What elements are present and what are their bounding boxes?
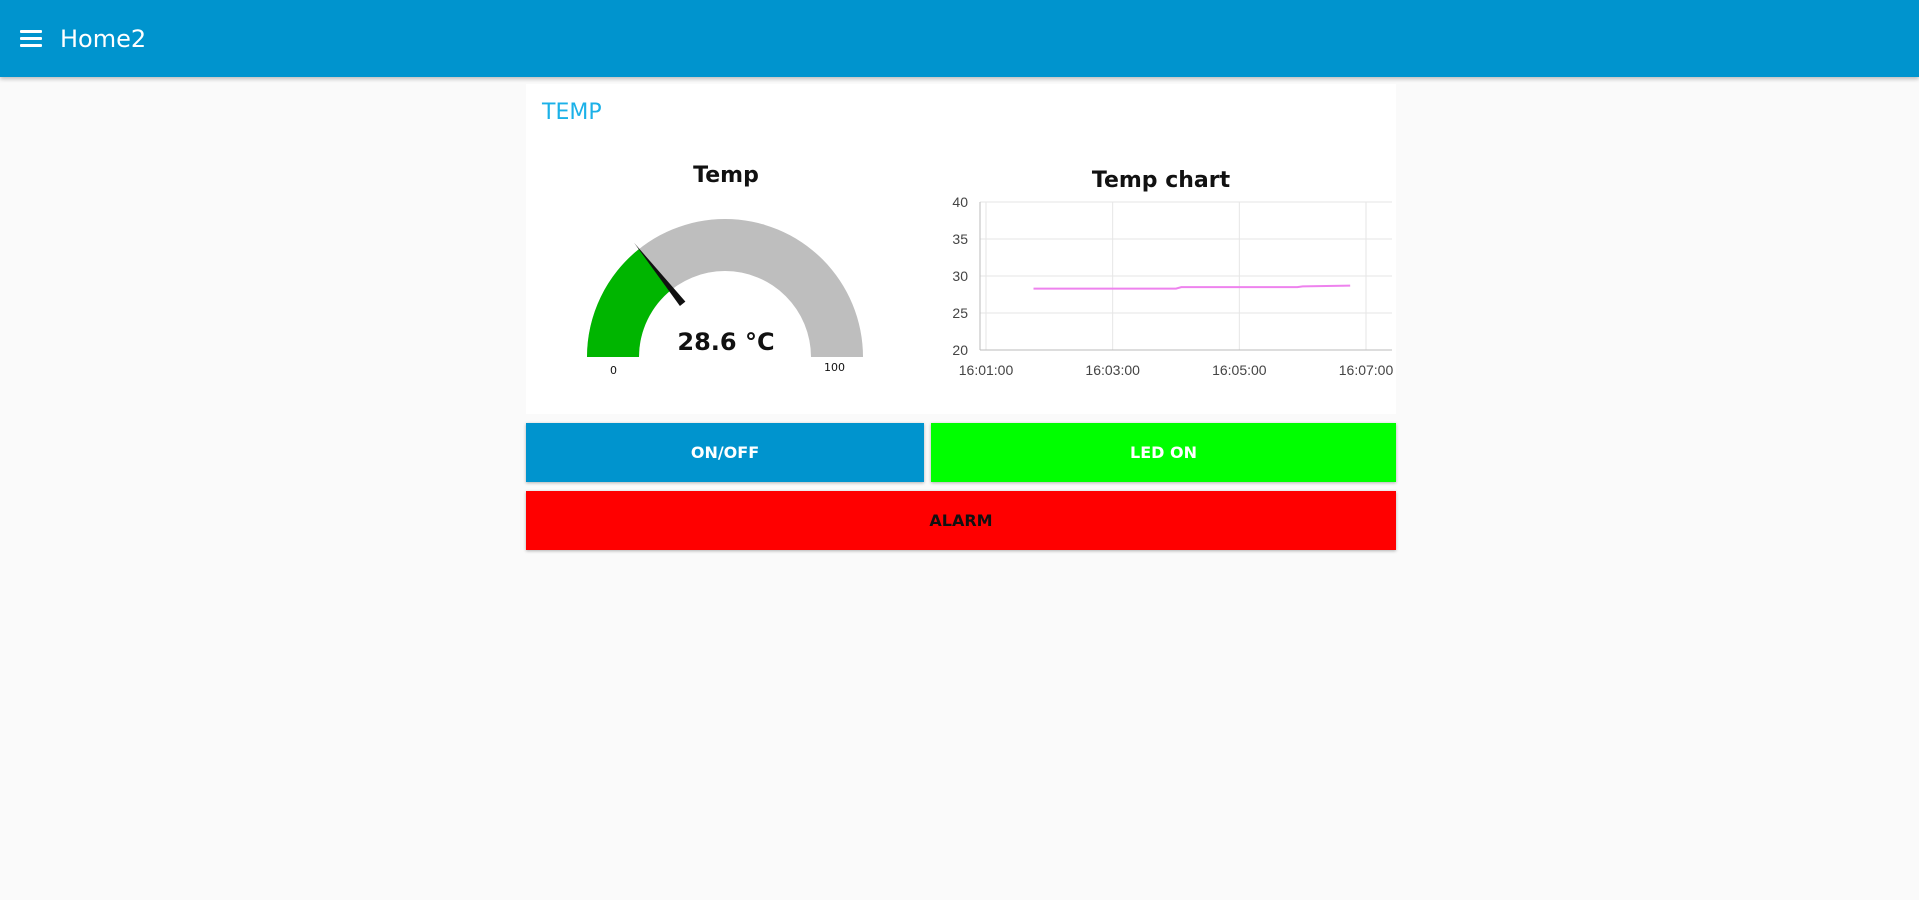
alarm-button[interactable]: ALARM <box>526 491 1396 550</box>
on-off-button[interactable]: ON/OFF <box>526 423 924 482</box>
x-tick-label: 16:07:00 <box>1339 362 1394 378</box>
y-tick-label: 35 <box>952 231 968 247</box>
chart-title: Temp chart <box>1091 168 1231 193</box>
x-tick-label: 16:01:00 <box>959 362 1014 378</box>
gauge-value: 28.6 °C <box>677 328 775 356</box>
x-tick-label: 16:05:00 <box>1212 362 1267 378</box>
gauge-max-label: 100 <box>824 361 845 374</box>
temp-gauge <box>587 219 863 357</box>
temp-line-chart: 20 25 30 35 40 16:01:00 16:03:00 16:05:00 16:07:… <box>952 194 1394 378</box>
led-on-button[interactable]: LED ON <box>931 423 1396 482</box>
x-tick-label: 16:03:00 <box>1085 362 1140 378</box>
temp-series-line <box>1033 284 1351 290</box>
y-tick-label: 20 <box>952 342 968 358</box>
page-title: Home2 <box>60 24 147 53</box>
y-tick-label: 40 <box>952 194 968 210</box>
y-tick-label: 25 <box>952 305 968 321</box>
gauge-min-label: 0 <box>610 364 617 377</box>
y-tick-label: 30 <box>952 268 968 284</box>
temp-group-card: TEMP Temp 28.6 °C 0 100 Temp chart 20 25 3… <box>526 84 1396 414</box>
hamburger-menu-icon[interactable] <box>20 24 50 54</box>
top-bar: Home2 <box>0 0 1919 77</box>
